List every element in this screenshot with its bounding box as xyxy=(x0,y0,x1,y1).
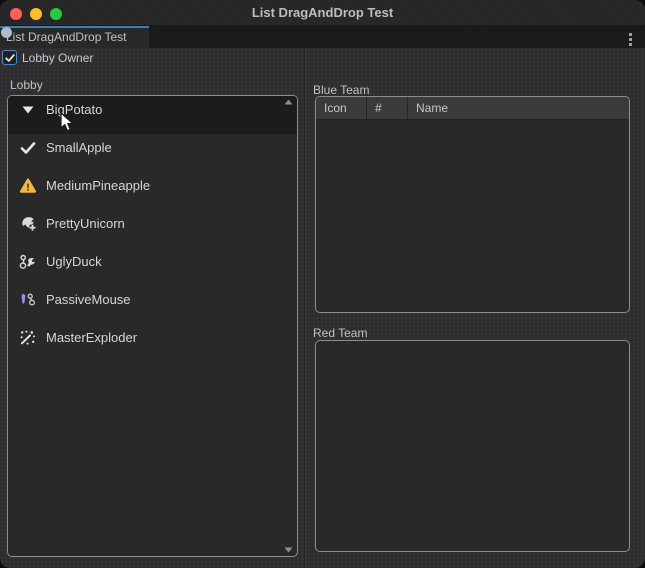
duck-rig-icon xyxy=(19,253,37,271)
red-team-label: Red Team xyxy=(313,326,367,340)
dropdown-triangle-icon xyxy=(19,101,37,119)
lobby-owner-label: Lobby Owner xyxy=(22,51,93,65)
particle-burst-icon xyxy=(19,329,37,347)
lobby-item[interactable]: MediumPineapple xyxy=(8,172,297,210)
column-header-number[interactable]: # xyxy=(367,97,408,119)
column-header-icon[interactable]: Icon xyxy=(316,97,367,119)
lobby-item-label: PrettyUnicorn xyxy=(46,215,125,233)
lobby-item[interactable]: SmallApple xyxy=(8,134,297,172)
lobby-owner-row: Lobby Owner xyxy=(2,50,93,65)
lobby-label: Lobby xyxy=(10,78,43,92)
lobby-list: BigPotato SmallApple MediumPineapple Pretty… xyxy=(7,95,298,557)
blue-team-label: Blue Team xyxy=(313,83,369,97)
lobby-item-label: BigPotato xyxy=(46,101,102,119)
lobby-item-label: MediumPineapple xyxy=(46,177,150,195)
pane-divider[interactable] xyxy=(304,48,306,568)
unity-window: List DragAndDrop Test List DragAndDrop T… xyxy=(0,0,645,568)
warning-triangle-icon xyxy=(19,177,37,195)
unicorn-mask-icon xyxy=(19,215,37,233)
tab-bar: List DragAndDrop Test xyxy=(0,26,645,48)
lobby-item-label: SmallApple xyxy=(46,139,112,157)
lobby-item[interactable]: PassiveMouse xyxy=(8,286,297,324)
mouse-avatar-icon xyxy=(19,291,37,309)
tab-list-draganddrop-test[interactable]: List DragAndDrop Test xyxy=(0,26,149,48)
titlebar: List DragAndDrop Test xyxy=(0,0,645,26)
lobby-item-label: UglyDuck xyxy=(46,253,102,271)
lobby-owner-checkbox[interactable] xyxy=(2,50,17,65)
tab-grab-icon xyxy=(1,27,12,38)
kebab-menu-icon[interactable] xyxy=(629,33,632,46)
blue-team-header: Icon # Name xyxy=(316,97,629,120)
lobby-item-label: PassiveMouse xyxy=(46,291,131,309)
checkmark-icon xyxy=(19,139,37,157)
lobby-item[interactable]: PrettyUnicorn xyxy=(8,210,297,248)
blue-team-table[interactable]: Icon # Name xyxy=(315,96,630,313)
scroll-up-icon[interactable] xyxy=(284,99,293,105)
lobby-item[interactable]: MasterExploder xyxy=(8,324,297,362)
lobby-item[interactable]: UglyDuck xyxy=(8,248,297,286)
tab-label: List DragAndDrop Test xyxy=(6,30,127,44)
red-team-box[interactable] xyxy=(315,340,630,552)
scroll-down-icon[interactable] xyxy=(284,547,293,553)
lobby-item[interactable]: BigPotato xyxy=(8,96,297,134)
window-title: List DragAndDrop Test xyxy=(0,0,645,26)
column-header-name[interactable]: Name xyxy=(408,97,629,119)
lobby-item-label: MasterExploder xyxy=(46,329,137,347)
